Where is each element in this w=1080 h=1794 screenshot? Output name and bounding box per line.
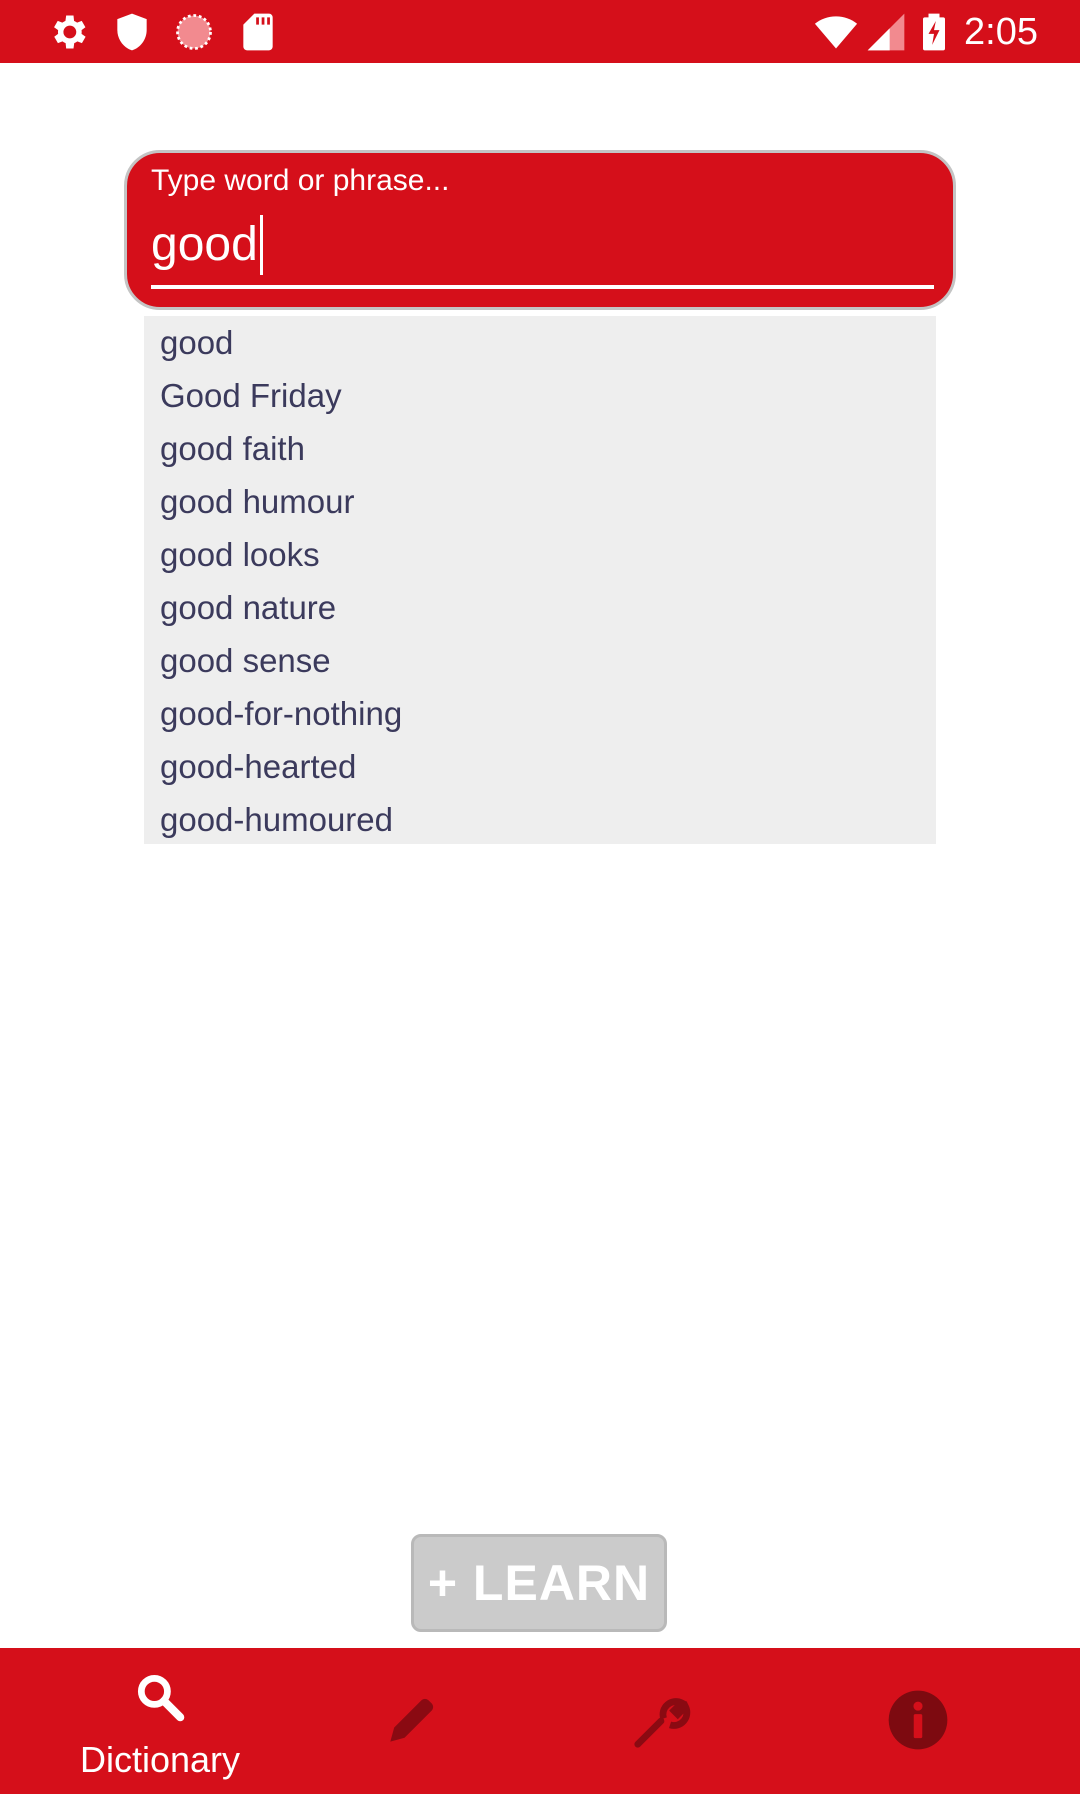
suggestion-item[interactable]: good sense bbox=[144, 634, 936, 687]
nav-label-dictionary: Dictionary bbox=[79, 1739, 241, 1780]
nav-item-tools[interactable] bbox=[560, 1648, 780, 1794]
suggestion-item[interactable]: good looks bbox=[144, 528, 936, 581]
suggestion-item[interactable]: good humour bbox=[144, 475, 936, 528]
cell-signal-icon bbox=[867, 13, 905, 51]
text-cursor bbox=[259, 215, 263, 275]
learn-button[interactable]: + LEARN bbox=[411, 1534, 667, 1632]
search-field[interactable]: Type word or phrase... good bbox=[124, 150, 956, 310]
nav-item-dictionary[interactable]: Dictionary bbox=[0, 1648, 320, 1794]
suggestion-item[interactable]: good-humoured bbox=[144, 793, 936, 846]
shield-icon bbox=[117, 13, 147, 51]
pencil-icon bbox=[390, 1698, 434, 1742]
wifi-icon bbox=[814, 16, 858, 49]
search-underline bbox=[151, 285, 934, 289]
settings-icon bbox=[54, 15, 86, 49]
wrench-icon bbox=[634, 1698, 691, 1748]
search-input[interactable]: good bbox=[151, 215, 933, 275]
loading-circle-icon bbox=[176, 14, 212, 50]
sd-card-icon bbox=[243, 13, 273, 51]
search-icon bbox=[137, 1674, 185, 1722]
bottom-navigation: Dictionary bbox=[0, 1648, 1080, 1794]
status-time: 2:05 bbox=[964, 11, 1038, 53]
suggestion-item[interactable]: good nature bbox=[144, 581, 936, 634]
suggestion-item[interactable]: Good Friday bbox=[144, 369, 936, 422]
suggestion-item[interactable]: good faith bbox=[144, 422, 936, 475]
search-label: Type word or phrase... bbox=[151, 164, 450, 197]
battery-charging-icon bbox=[923, 13, 945, 51]
status-bar: 2:05 bbox=[0, 0, 1080, 63]
app-screen: 2:05 Type word or phrase... good good Go… bbox=[0, 0, 1080, 1794]
suggestion-item[interactable]: good-for-nothing bbox=[144, 687, 936, 740]
suggestion-list: good Good Friday good faith good humour … bbox=[144, 316, 936, 844]
nav-item-edit[interactable] bbox=[320, 1648, 540, 1794]
search-input-value: good bbox=[151, 218, 258, 271]
suggestion-item[interactable]: good-hearted bbox=[144, 740, 936, 793]
nav-item-info[interactable] bbox=[820, 1648, 1040, 1794]
suggestion-item[interactable]: good bbox=[144, 316, 936, 369]
info-icon bbox=[888, 1690, 948, 1750]
